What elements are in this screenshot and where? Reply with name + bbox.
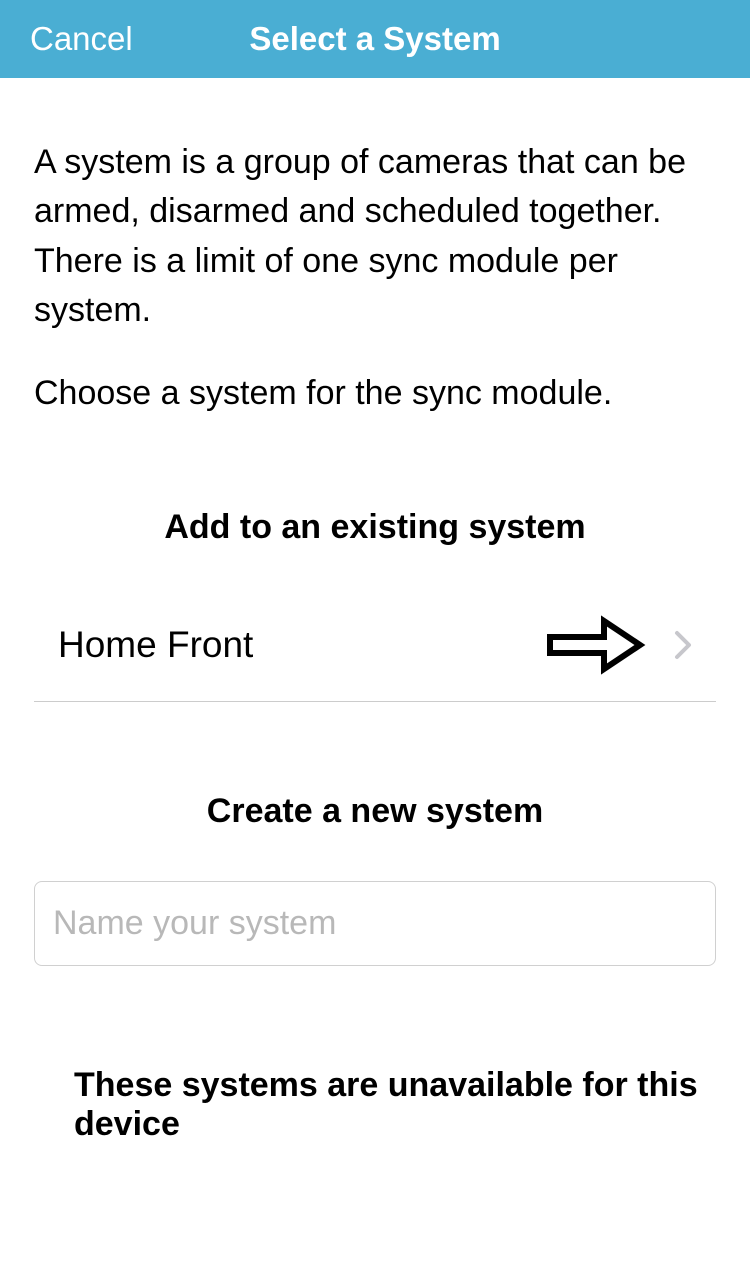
content-area: A system is a group of cameras that can … bbox=[0, 78, 750, 1144]
create-system-input-wrapper bbox=[34, 881, 716, 966]
description-paragraph-1: A system is a group of cameras that can … bbox=[34, 138, 716, 335]
arrow-right-icon bbox=[546, 615, 646, 675]
system-name-label: Home Front bbox=[58, 624, 546, 666]
page-title: Select a System bbox=[249, 20, 500, 58]
cancel-button[interactable]: Cancel bbox=[0, 20, 133, 58]
unavailable-systems-heading: These systems are unavailable for this d… bbox=[34, 1066, 716, 1144]
create-system-heading: Create a new system bbox=[34, 792, 716, 831]
header-bar: Cancel Select a System bbox=[0, 0, 750, 78]
existing-system-row[interactable]: Home Front bbox=[34, 597, 716, 702]
description-text: A system is a group of cameras that can … bbox=[34, 138, 716, 418]
description-paragraph-2: Choose a system for the sync module. bbox=[34, 369, 716, 418]
chevron-right-icon bbox=[674, 630, 692, 660]
existing-system-heading: Add to an existing system bbox=[34, 508, 716, 547]
system-name-input[interactable] bbox=[34, 881, 716, 966]
